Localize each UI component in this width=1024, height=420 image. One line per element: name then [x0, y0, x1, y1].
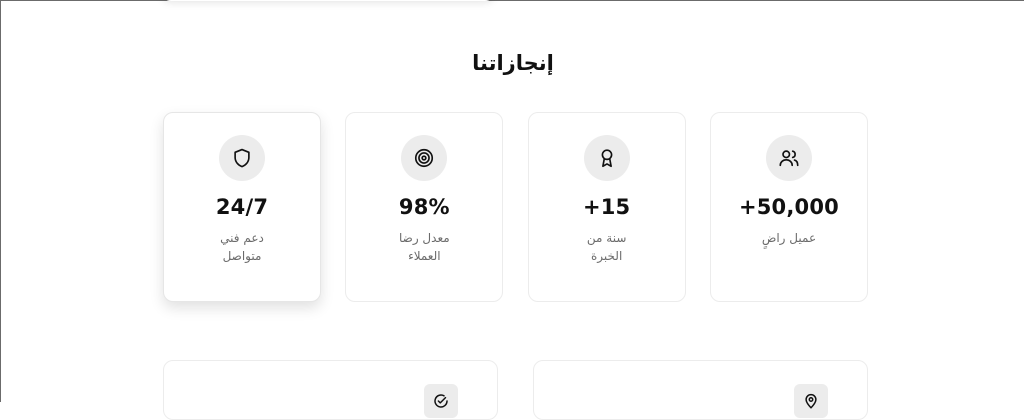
location-pin-icon [794, 384, 828, 418]
stat-label: دعم فني متواصل [220, 231, 264, 263]
section-title: إنجازاتنا [472, 51, 554, 75]
check-badge-icon [424, 384, 458, 418]
stat-card-experience: +15 سنة من الخبرة [527, 112, 686, 302]
target-icon [401, 135, 448, 181]
users-icon [765, 135, 812, 181]
stat-value: 98% [398, 195, 450, 219]
stat-label: سنة من الخبرة [586, 231, 627, 263]
stat-label: عميل راضٍ [761, 231, 817, 245]
stat-card-support: 24/7 دعم فني متواصل [163, 112, 321, 302]
feature-card [163, 360, 498, 420]
stat-value: +50,000 [738, 195, 839, 219]
shield-icon [219, 135, 265, 181]
stat-value: +15 [582, 195, 631, 219]
award-icon [583, 135, 630, 181]
stat-value: 24/7 [215, 195, 269, 219]
stat-card-satisfaction: 98% معدل رضا العملاء [345, 112, 504, 302]
stat-label: معدل رضا العملاء [398, 231, 450, 263]
previous-section-card [161, 0, 495, 1]
stats-row: +50,000 عميل راضٍ +15 سنة من الخبرة 98% … [163, 112, 868, 304]
feature-card [533, 360, 868, 420]
stat-card-customers: +50,000 عميل راضٍ [709, 112, 868, 302]
